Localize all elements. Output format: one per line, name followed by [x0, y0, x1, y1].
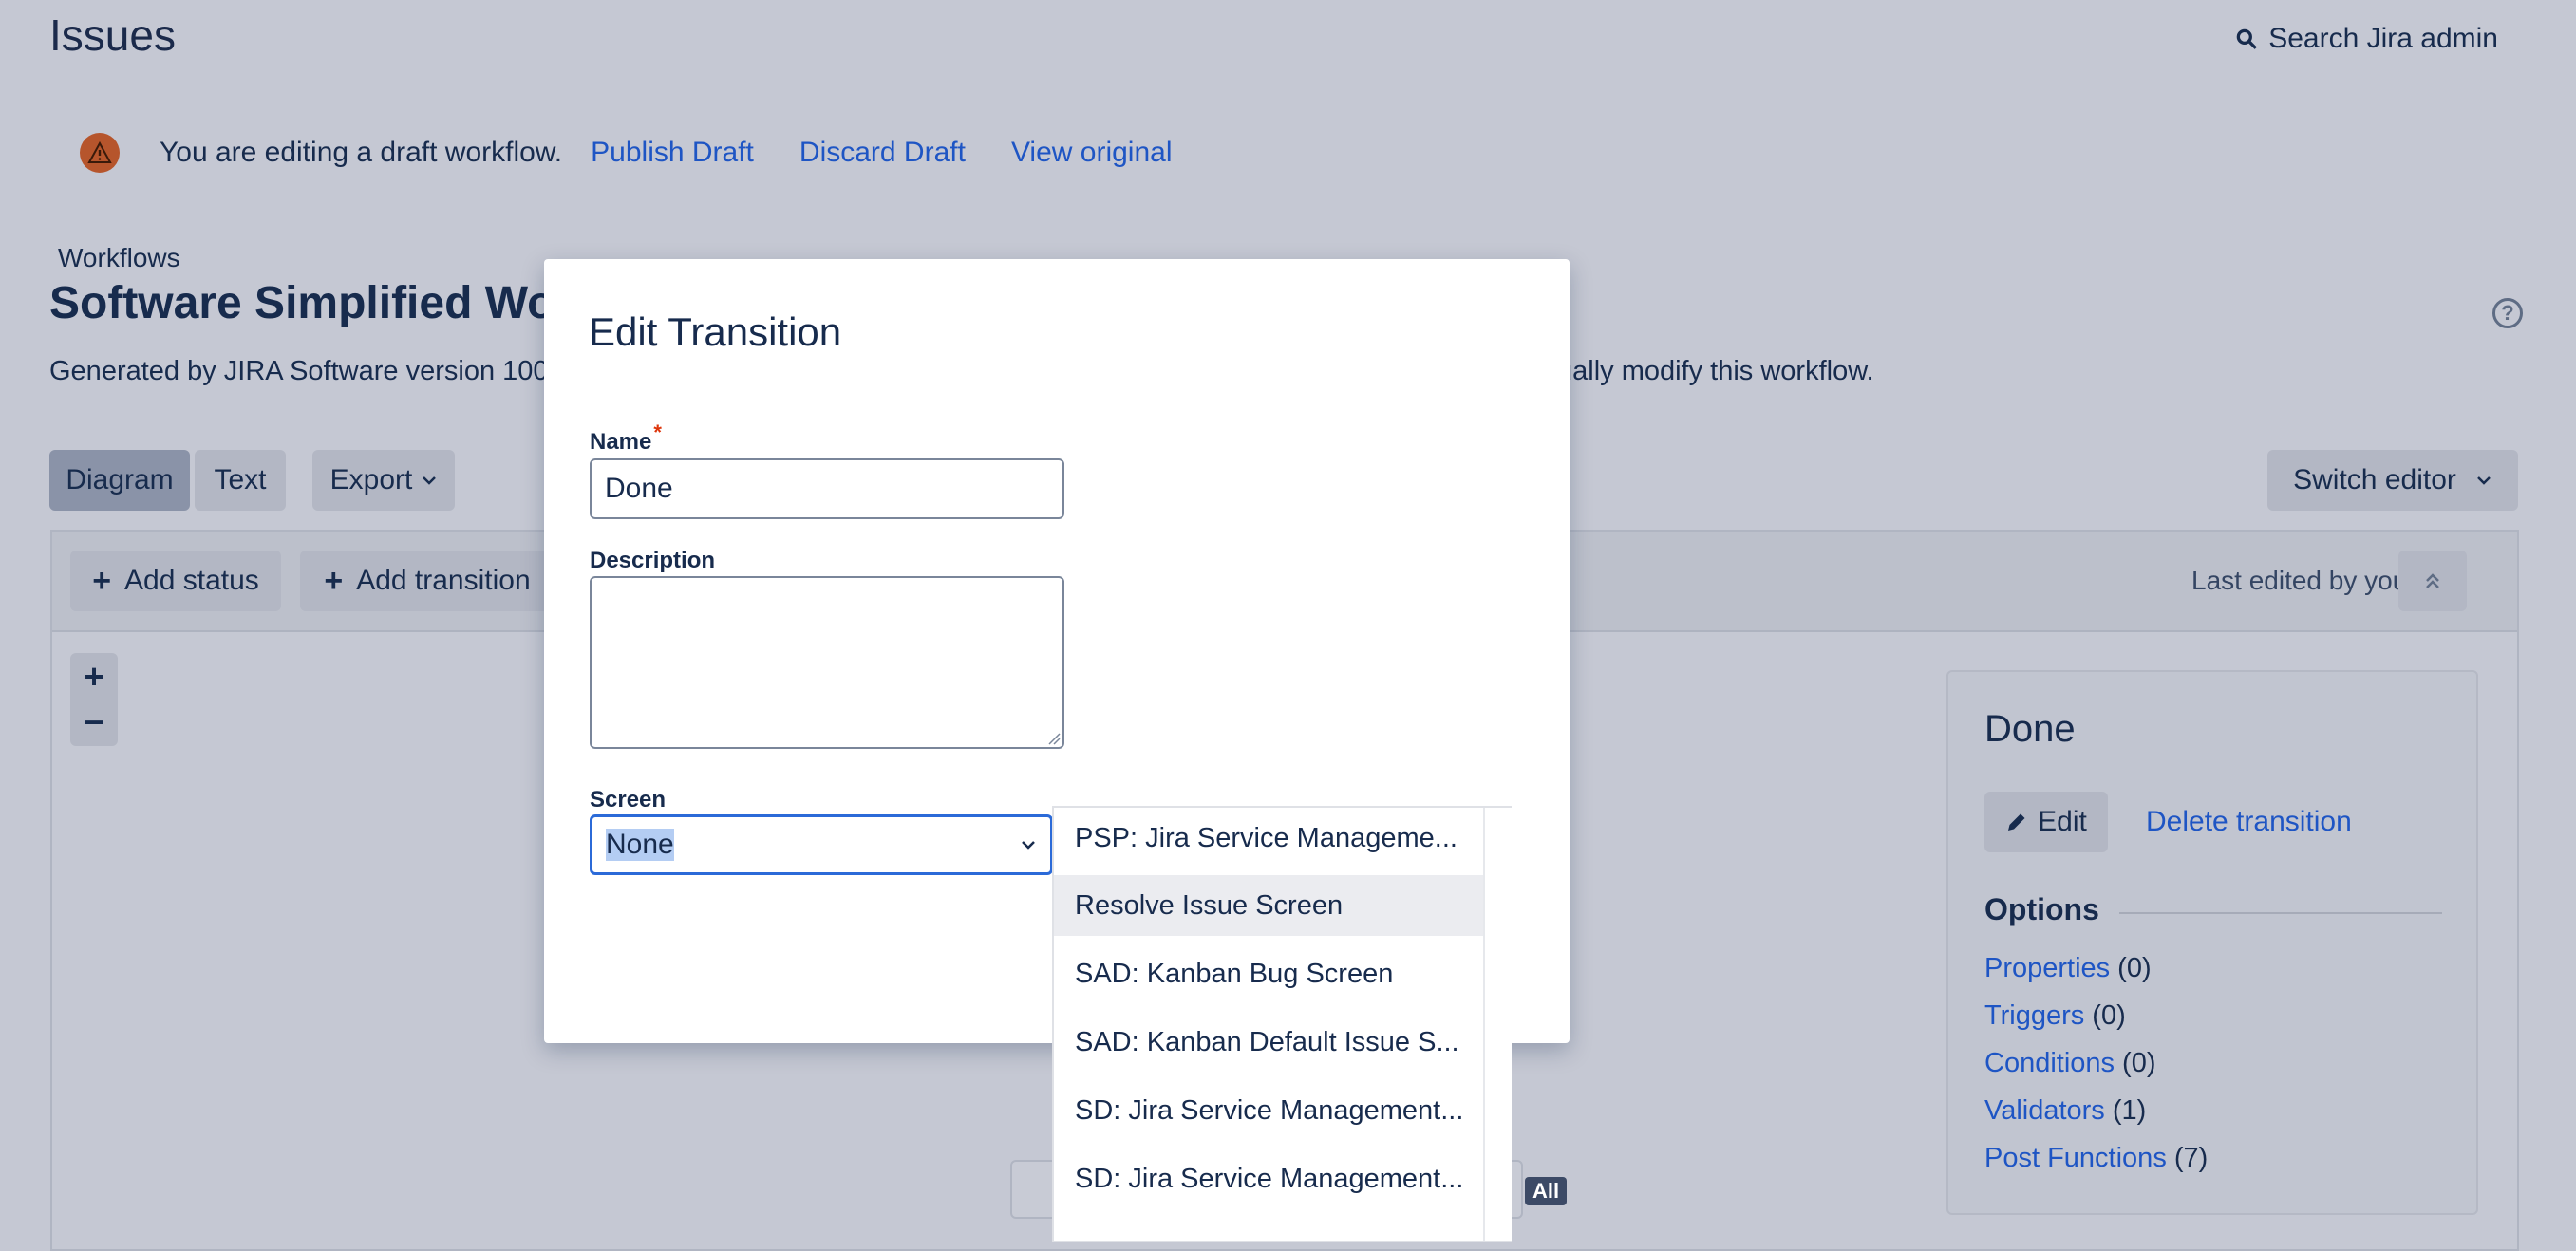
- triggers-count: (0): [2092, 1000, 2126, 1031]
- last-edited-text: Last edited by you,: [2191, 566, 2416, 595]
- validators-count: (1): [2112, 1095, 2147, 1126]
- dropdown-option[interactable]: SAD: Kanban Bug Screen: [1054, 943, 1483, 1004]
- option-post-functions: Post Functions (7): [1984, 1143, 2208, 1174]
- option-properties: Properties (0): [1984, 953, 2152, 984]
- name-label: Name*: [590, 420, 662, 456]
- delete-transition-link[interactable]: Delete transition: [2146, 806, 2352, 838]
- conditions-link[interactable]: Conditions: [1984, 1048, 2115, 1078]
- zoom-in-button[interactable]: +: [70, 657, 118, 699]
- draft-banner: You are editing a draft workflow. Publis…: [80, 133, 1218, 173]
- zoom-out-button[interactable]: −: [70, 702, 118, 744]
- add-status-button[interactable]: + Add status: [70, 551, 281, 611]
- collapse-button[interactable]: [2398, 551, 2467, 611]
- page-title: Issues: [49, 10, 176, 60]
- add-transition-button[interactable]: + Add transition: [300, 551, 555, 611]
- search-admin-label: Search Jira admin: [2268, 23, 2498, 54]
- dropdown-option[interactable]: SD: Jira Service Management...: [1054, 1148, 1483, 1209]
- search-icon: [2236, 28, 2258, 49]
- all-badge: All: [1525, 1177, 1568, 1205]
- option-conditions: Conditions (0): [1984, 1048, 2155, 1079]
- options-heading: Options: [1984, 892, 2099, 926]
- properties-link[interactable]: Properties: [1984, 953, 2110, 983]
- double-chevron-up-icon: [2426, 573, 2439, 588]
- properties-count: (0): [2117, 953, 2152, 983]
- add-transition-label: Add transition: [356, 565, 531, 596]
- chevron-down-icon: [1022, 841, 1035, 850]
- dropdown-option[interactable]: PSP: Jira Service Manageme...: [1054, 808, 1483, 868]
- switch-editor-label: Switch editor: [2293, 464, 2456, 495]
- dropdown-option[interactable]: SD: Jira Service Management...: [1054, 1080, 1483, 1141]
- dialog-title: Edit Transition: [589, 309, 842, 354]
- name-label-text: Name: [590, 429, 652, 455]
- discard-draft-link[interactable]: Discard Draft: [799, 137, 966, 169]
- pencil-icon: [2008, 813, 2025, 831]
- workflow-title: Software Simplified Work: [49, 278, 598, 328]
- options-divider: [2119, 912, 2442, 914]
- screen-select-value: None: [606, 829, 674, 861]
- warning-icon: [80, 133, 120, 173]
- required-asterisk: *: [653, 420, 662, 444]
- search-admin-link[interactable]: Search Jira admin: [2234, 23, 2498, 55]
- post-functions-count: (7): [2173, 1143, 2209, 1173]
- export-button[interactable]: Export: [312, 450, 455, 511]
- conditions-count: (0): [2122, 1048, 2156, 1078]
- help-icon[interactable]: ?: [2492, 298, 2523, 328]
- draft-message: You are editing a draft workflow.: [160, 137, 563, 168]
- name-input[interactable]: Done: [590, 458, 1064, 519]
- dropdown-option[interactable]: Resolve Issue Screen: [1054, 875, 1483, 936]
- switch-editor-button[interactable]: Switch editor: [2267, 450, 2518, 511]
- chevron-down-icon: [2476, 476, 2491, 485]
- description-textarea[interactable]: [590, 576, 1064, 749]
- publish-draft-link[interactable]: Publish Draft: [591, 137, 754, 169]
- transition-title: Done: [1984, 708, 2076, 750]
- workflow-description: Generated by JIRA Software version 100: [49, 356, 549, 386]
- add-status-label: Add status: [124, 565, 259, 596]
- plus-icon: +: [92, 562, 112, 599]
- post-functions-link[interactable]: Post Functions: [1984, 1143, 2167, 1173]
- tab-text[interactable]: Text: [195, 450, 286, 511]
- plus-icon: +: [324, 562, 344, 599]
- chevron-down-icon: [423, 476, 437, 485]
- screen-label: Screen: [590, 787, 667, 812]
- triggers-link[interactable]: Triggers: [1984, 1000, 2084, 1031]
- export-label: Export: [329, 464, 413, 495]
- edit-transition-button[interactable]: Edit: [1984, 792, 2108, 852]
- screen-select[interactable]: None: [590, 814, 1053, 875]
- transition-side-panel: [1946, 670, 2478, 1215]
- option-triggers: Triggers (0): [1984, 1000, 2126, 1032]
- edit-label: Edit: [2038, 806, 2087, 837]
- breadcrumb[interactable]: Workflows: [58, 243, 180, 273]
- workflow-description-tail: ually modify this workflow.: [1557, 356, 1874, 386]
- resize-grip-icon[interactable]: [1047, 732, 1061, 745]
- dropdown-scrollbar[interactable]: [1483, 808, 1512, 1241]
- view-original-link[interactable]: View original: [1011, 137, 1173, 169]
- option-validators: Validators (1): [1984, 1095, 2146, 1127]
- description-label: Description: [590, 548, 716, 573]
- tab-diagram[interactable]: Diagram: [49, 450, 190, 511]
- validators-link[interactable]: Validators: [1984, 1095, 2105, 1126]
- dropdown-option[interactable]: SAD: Kanban Default Issue S...: [1054, 1012, 1483, 1073]
